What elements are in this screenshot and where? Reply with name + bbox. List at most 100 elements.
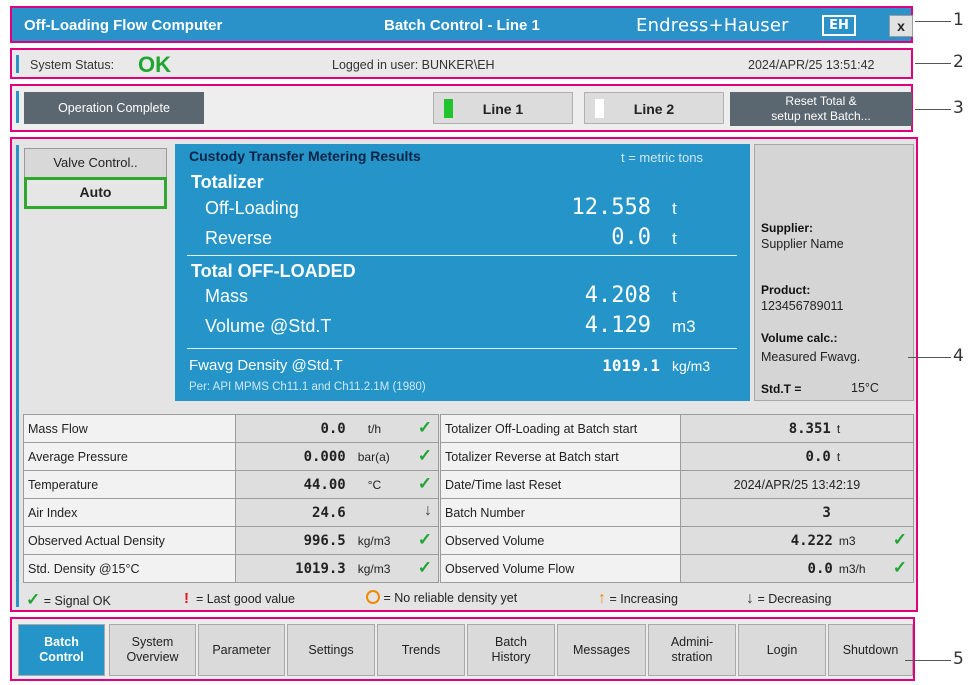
param-name: Temperature — [23, 470, 236, 499]
navigation-bar: Batch Control System Overview Parameter Set… — [10, 617, 915, 681]
table-row: Mass Flow 0.0 t/h ✓ — [23, 414, 440, 443]
param-name: Std. Density @15°C — [23, 554, 236, 583]
nav-tab-trends[interactable]: Trends — [377, 624, 465, 676]
param-value: 4.222 — [790, 533, 833, 549]
status-indicator: ✓ — [418, 474, 432, 494]
status-bar: System Status: OK Logged in user: BUNKER… — [10, 48, 913, 79]
param-value-cell: 996.5 kg/m3 ✓ — [234, 526, 440, 555]
status-indicator: ✓ — [418, 418, 432, 438]
checkmark-icon: ✓ — [26, 590, 41, 609]
nav-tab-admini-stration[interactable]: Admini- stration — [648, 624, 736, 676]
callout-line — [905, 660, 951, 661]
param-value-cell: 3 — [679, 498, 915, 527]
table-row: Observed Volume Flow 0.0 m3/h ✓ — [440, 554, 915, 583]
param-value-cell: 0.000 bar(a) ✓ — [234, 442, 440, 471]
param-value-cell: 44.00 °C ✓ — [234, 470, 440, 499]
param-value: 996.5 — [303, 533, 346, 549]
checkmark-icon: ✓ — [892, 530, 907, 549]
fwavg-density-value: 1019.1 — [602, 356, 660, 375]
checkmark-icon: ✓ — [892, 558, 907, 577]
main-panel: Valve Control.. Auto Custody Transfer Me… — [10, 137, 918, 612]
fwavg-density-unit: kg/m3 — [672, 358, 711, 374]
system-status-label: System Status: — [30, 58, 115, 72]
nav-tab-shutdown[interactable]: Shutdown — [828, 624, 913, 676]
supplier-label: Supplier: — [761, 221, 814, 235]
legend-last-good: ! = Last good value — [184, 590, 295, 607]
reverse-unit: t — [672, 229, 677, 248]
param-unit: °C — [367, 478, 382, 492]
std-temp-value: 15°C — [851, 381, 879, 395]
nav-tab-system-overview[interactable]: System Overview — [109, 624, 196, 676]
param-value-cell: 24.6 ↓ — [234, 498, 440, 527]
offloading-value: 12.558 — [571, 195, 651, 220]
offloading-unit: t — [672, 199, 677, 218]
param-value: 0.000 — [303, 449, 346, 465]
divider — [187, 255, 737, 256]
supplier-value: Supplier Name — [761, 237, 844, 251]
param-unit: m3 — [838, 534, 856, 548]
legend-no-density: = No reliable density yet — [366, 590, 517, 605]
nav-tab-batch-history[interactable]: Batch History — [467, 624, 555, 676]
arrow-up-icon: ↑ — [598, 590, 606, 607]
table-row: Average Pressure 0.000 bar(a) ✓ — [23, 442, 440, 471]
nav-tab-messages[interactable]: Messages — [557, 624, 646, 676]
param-name: Observed Volume Flow — [440, 554, 681, 583]
standard-reference: Per: API MPMS Ch11.1 and Ch11.2.1M (1980… — [189, 381, 426, 393]
nav-tab-settings[interactable]: Settings — [287, 624, 375, 676]
checkmark-icon: ✓ — [417, 474, 432, 493]
callout-5: 5 — [953, 649, 964, 669]
operation-status: Operation Complete — [24, 92, 204, 124]
table-row: Observed Volume 4.222 m3 ✓ — [440, 526, 915, 555]
callout-3: 3 — [953, 98, 964, 118]
table-row: Totalizer Off-Loading at Batch start 8.35… — [440, 414, 915, 443]
param-name: Observed Volume — [440, 526, 681, 555]
legend-decreasing: ↓ = Decreasing — [746, 590, 832, 607]
callout-4: 4 — [953, 346, 964, 366]
mass-unit: t — [672, 287, 677, 306]
table-row: Date/Time last Reset 2024/APR/25 13:42:19 — [440, 470, 915, 499]
current-datetime: 2024/APR/25 13:51:42 — [748, 58, 875, 72]
table-row: Batch Number 3 — [440, 498, 915, 527]
valve-control-button[interactable]: Valve Control.. — [24, 148, 167, 178]
nav-tab-login[interactable]: Login — [738, 624, 826, 676]
app-title: Off-Loading Flow Computer — [24, 17, 223, 34]
table-row: Temperature 44.00 °C ✓ — [23, 470, 440, 499]
table-row: Observed Actual Density 996.5 kg/m3 ✓ — [23, 526, 440, 555]
param-name: Batch Number — [440, 498, 681, 527]
mass-value: 4.208 — [584, 283, 651, 308]
volume-calc-value: Measured Fwavg. — [761, 350, 861, 364]
brand-mark-icon: EH — [822, 15, 856, 36]
reset-label-line2: setup next Batch... — [771, 109, 871, 123]
reset-total-button[interactable]: Reset Total & setup next Batch... — [730, 92, 912, 126]
param-value-cell: 0.0 m3/h ✓ — [679, 554, 915, 583]
accent-stripe — [16, 55, 19, 73]
param-value: 1019.3 — [295, 561, 346, 577]
batch-info-panel: Supplier: Supplier Name Product: 1234567… — [754, 144, 914, 401]
line-1-button[interactable]: Line 1 — [433, 92, 573, 124]
close-button[interactable]: x — [889, 15, 913, 37]
volume-unit: m3 — [672, 317, 696, 336]
process-values-table: Mass Flow 0.0 t/h ✓ Average Pressure 0.000 bar… — [23, 414, 440, 583]
line-2-label: Line 2 — [633, 101, 675, 117]
callout-line — [915, 109, 951, 110]
auto-mode-button[interactable]: Auto — [24, 177, 167, 209]
callout-2: 2 — [953, 52, 964, 72]
param-value: 44.00 — [303, 477, 346, 493]
legend-increasing: ↑ = Increasing — [598, 590, 678, 607]
nav-tab-batch-control[interactable]: Batch Control — [18, 624, 105, 676]
table-row: Totalizer Reverse at Batch start 0.0 t — [440, 442, 915, 471]
line-2-button[interactable]: Line 2 — [584, 92, 724, 124]
fwavg-density-label: Fwavg Density @Std.T — [189, 357, 343, 374]
param-name: Mass Flow — [23, 414, 236, 443]
callout-1: 1 — [953, 10, 964, 30]
status-indicator: ↓ — [424, 502, 432, 520]
total-offloaded-heading: Total OFF-LOADED — [191, 261, 356, 281]
exclamation-icon: ! — [184, 590, 189, 607]
nav-tab-parameter[interactable]: Parameter — [198, 624, 285, 676]
product-value: 123456789011 — [761, 299, 844, 313]
accent-stripe — [16, 145, 19, 607]
status-indicator: ✓ — [418, 446, 432, 466]
arrow-down-icon: ↓ — [746, 590, 754, 607]
param-value: 0.0 — [805, 449, 831, 465]
table-row: Air Index 24.6 ↓ — [23, 498, 440, 527]
